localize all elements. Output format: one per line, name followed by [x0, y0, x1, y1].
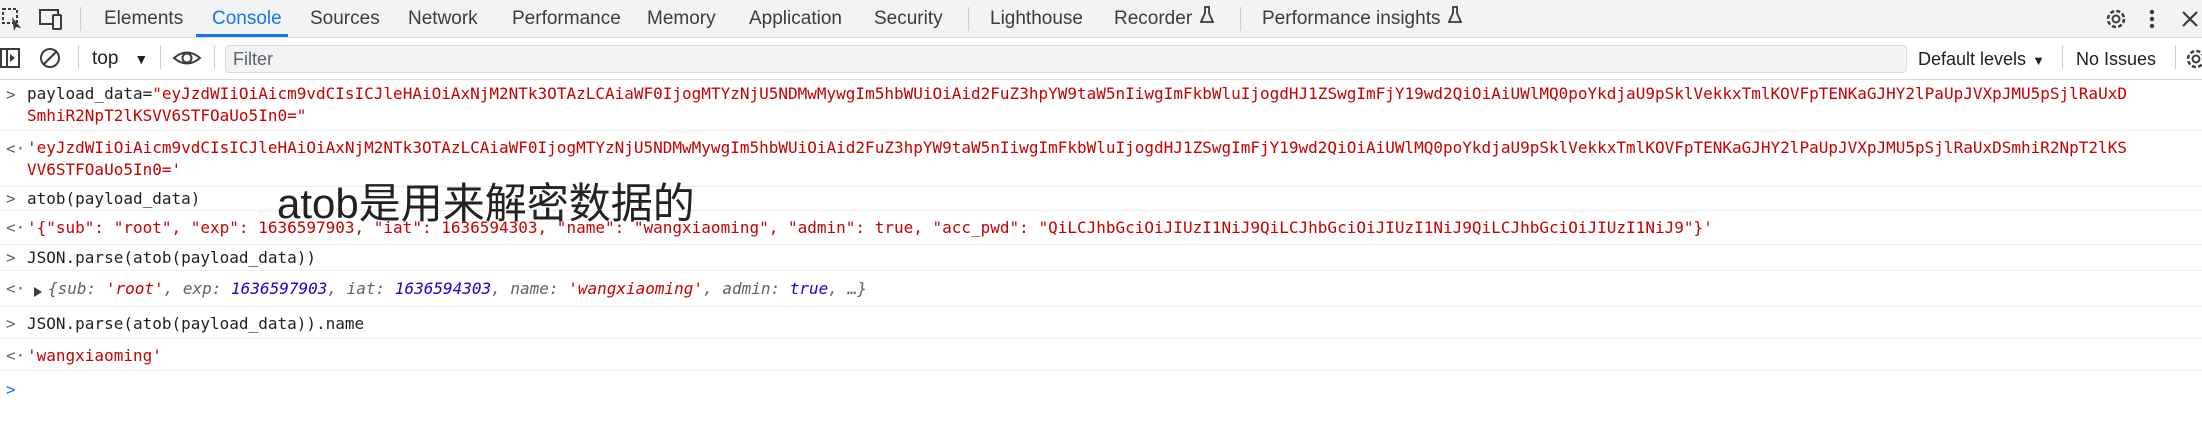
- tab-application[interactable]: Application: [749, 0, 842, 38]
- tab-divider: [1240, 7, 1241, 31]
- context-label: top: [92, 48, 119, 69]
- result-string: 'eyJzdWIiOiAicm9vdCIsICJleHAiOiAxNjM2NTk…: [27, 138, 2127, 157]
- filter-input[interactable]: Filter: [225, 45, 1907, 73]
- console-object-preview[interactable]: {sub: 'root', exp: 1636597903, iat: 1636…: [48, 278, 867, 300]
- tab-recorder-label: Recorder: [1114, 8, 1193, 30]
- object-value: 1636597903: [231, 279, 328, 298]
- sidebar-toggle-icon[interactable]: [0, 46, 26, 72]
- console-result-row: <· 'wangxiaoming': [0, 339, 2202, 371]
- chevron-right-icon: >: [6, 380, 16, 399]
- settings-gear-icon[interactable]: [2103, 6, 2129, 32]
- console-command[interactable]: atob(payload_data): [27, 188, 200, 210]
- object-value: true: [789, 279, 829, 298]
- dropdown-triangle-icon: ▼: [2032, 53, 2045, 68]
- command-variable: payload_data=: [27, 84, 153, 103]
- flask-icon: [1448, 0, 1463, 38]
- console-result-row: <· {sub: 'root', exp: 1636597903, iat: 1…: [0, 271, 2202, 307]
- chevron-right-icon: >: [6, 248, 16, 267]
- issues-counter[interactable]: No Issues: [2076, 38, 2156, 80]
- console-prompt-input[interactable]: >: [0, 371, 2202, 411]
- result-string-cont: VV6STFOaUo5In0=': [27, 160, 182, 179]
- object-value: 'wangxiaoming': [568, 279, 704, 298]
- return-arrow-icon: <·: [6, 218, 26, 237]
- toolbar-divider: [2062, 45, 2063, 69]
- object-key: admin:: [722, 279, 790, 298]
- expand-triangle-icon[interactable]: [33, 283, 43, 302]
- levels-label: Default levels: [1918, 49, 2027, 69]
- console-input-row: > JSON.parse(atob(payload_data)): [0, 245, 2202, 271]
- context-selector[interactable]: top ▼: [92, 38, 148, 80]
- toolbar-divider: [78, 45, 79, 69]
- object-ellipsis: , …}: [828, 279, 867, 298]
- tab-performance-insights[interactable]: Performance insights: [1262, 0, 1463, 38]
- console-command[interactable]: payload_data="eyJzdWIiOiAicm9vdCIsICJleH…: [27, 83, 2127, 127]
- devtools-tabbar: Elements Console Sources Network Perform…: [0, 0, 2202, 38]
- tab-console[interactable]: Console: [212, 0, 282, 38]
- tab-elements[interactable]: Elements: [104, 0, 183, 38]
- chevron-right-icon: >: [6, 314, 16, 333]
- dropdown-triangle-icon: ▼: [134, 51, 149, 67]
- command-string-cont: SmhiR2NpT2lKSVV6STFOaUo5In0=": [27, 106, 307, 125]
- flask-icon: [1199, 0, 1215, 38]
- tab-lighthouse[interactable]: Lighthouse: [990, 0, 1083, 38]
- tab-divider: [968, 7, 969, 31]
- chevron-right-icon: >: [6, 85, 16, 104]
- clear-console-icon[interactable]: [38, 46, 64, 72]
- console-toolbar: top ▼ Filter Default levels ▼ No Issues: [0, 38, 2202, 80]
- tab-performance-insights-label: Performance insights: [1262, 8, 1441, 30]
- tab-performance[interactable]: Performance: [512, 0, 621, 38]
- toolbar-divider: [80, 7, 81, 31]
- tab-memory[interactable]: Memory: [647, 0, 716, 38]
- toolbar-divider: [2175, 45, 2176, 69]
- return-arrow-icon: <·: [6, 346, 26, 365]
- tab-sources[interactable]: Sources: [310, 0, 380, 38]
- object-brace: {: [48, 279, 58, 298]
- toolbar-divider: [214, 45, 215, 69]
- return-arrow-icon: <·: [6, 139, 26, 158]
- inspect-element-icon[interactable]: [2, 6, 28, 32]
- object-value: 'root': [105, 279, 164, 298]
- console-input-row: > JSON.parse(atob(payload_data)).name: [0, 307, 2202, 339]
- console-input-row: > payload_data="eyJzdWIiOiAicm9vdCIsICJl…: [0, 80, 2202, 131]
- tab-security[interactable]: Security: [874, 0, 943, 38]
- console-command[interactable]: JSON.parse(atob(payload_data)): [27, 247, 316, 269]
- object-key: sub:: [57, 279, 106, 298]
- tab-recorder[interactable]: Recorder: [1114, 0, 1215, 38]
- eye-icon[interactable]: [172, 46, 202, 72]
- return-arrow-icon: <·: [6, 279, 26, 298]
- filter-placeholder: Filter: [233, 49, 273, 69]
- object-value: 1636594303: [394, 279, 492, 298]
- active-tab-indicator: [196, 34, 288, 37]
- object-key: exp:: [182, 279, 232, 298]
- toolbar-divider: [160, 45, 161, 69]
- close-icon[interactable]: [2180, 6, 2202, 32]
- device-toolbar-icon[interactable]: [38, 6, 64, 32]
- console-result[interactable]: 'wangxiaoming': [27, 345, 162, 367]
- console-command[interactable]: JSON.parse(atob(payload_data)).name: [27, 313, 364, 335]
- log-levels-dropdown[interactable]: Default levels ▼: [1918, 38, 2045, 80]
- object-key: iat:: [346, 279, 395, 298]
- console-settings-icon[interactable]: [2183, 46, 2202, 72]
- chevron-right-icon: >: [6, 189, 16, 208]
- command-string: "eyJzdWIiOiAicm9vdCIsICJleHAiOiAxNjM2NTk…: [152, 84, 2127, 103]
- tab-network[interactable]: Network: [408, 0, 478, 38]
- object-key: name:: [510, 279, 569, 298]
- console-output: > payload_data="eyJzdWIiOiAicm9vdCIsICJl…: [0, 80, 2202, 430]
- annotation-text: atob是用来解密数据的: [277, 180, 695, 227]
- more-vert-icon[interactable]: [2145, 6, 2171, 32]
